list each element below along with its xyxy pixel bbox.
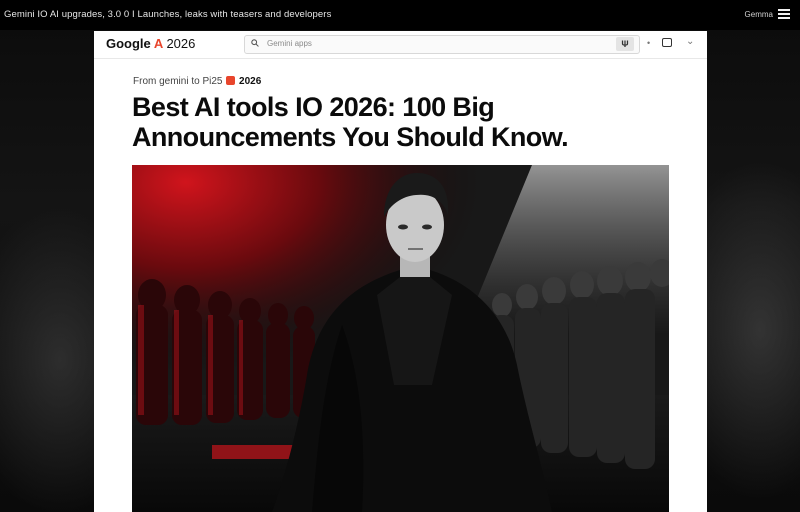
browser-toolbar: Google A 2026 Gemini apps 𝚿 • ⌄ [94, 31, 707, 59]
camera-icon[interactable] [662, 38, 672, 47]
article-kicker: From gemini to Pi25 2026 [133, 76, 261, 87]
search-placeholder: Gemini apps [267, 39, 312, 48]
kicker-badge-icon [226, 76, 236, 85]
top-bar: Gemini IO AI upgrades, 3.0 0 I Launches,… [0, 0, 800, 30]
mic-icon[interactable]: 𝚿 [616, 37, 634, 51]
search-input[interactable]: Gemini apps 𝚿 [244, 35, 640, 54]
chevron-icon[interactable]: ⌄ [686, 36, 694, 47]
article-card: Google A 2026 Gemini apps 𝚿 • ⌄ From gem… [94, 31, 707, 512]
top-bar-right-label[interactable]: Gemma [745, 10, 773, 19]
top-bar-title: Gemini IO AI upgrades, 3.0 0 I Launches,… [4, 9, 332, 20]
hero-image [132, 165, 669, 512]
more-icon[interactable]: • [647, 38, 650, 48]
search-icon [251, 39, 259, 47]
logo-mark-icon: A [153, 36, 163, 51]
kicker-year: 2026 [239, 76, 262, 87]
article-headline[interactable]: Best AI tools IO 2026: 100 Big Announcem… [132, 92, 692, 152]
logo-year: 2026 [166, 36, 196, 51]
logo-text: Google [106, 36, 151, 51]
site-logo[interactable]: Google A 2026 [106, 36, 195, 51]
kicker-prefix: From gemini to Pi25 [133, 76, 223, 87]
hamburger-icon[interactable] [778, 9, 790, 19]
hero-illustration [132, 165, 669, 512]
